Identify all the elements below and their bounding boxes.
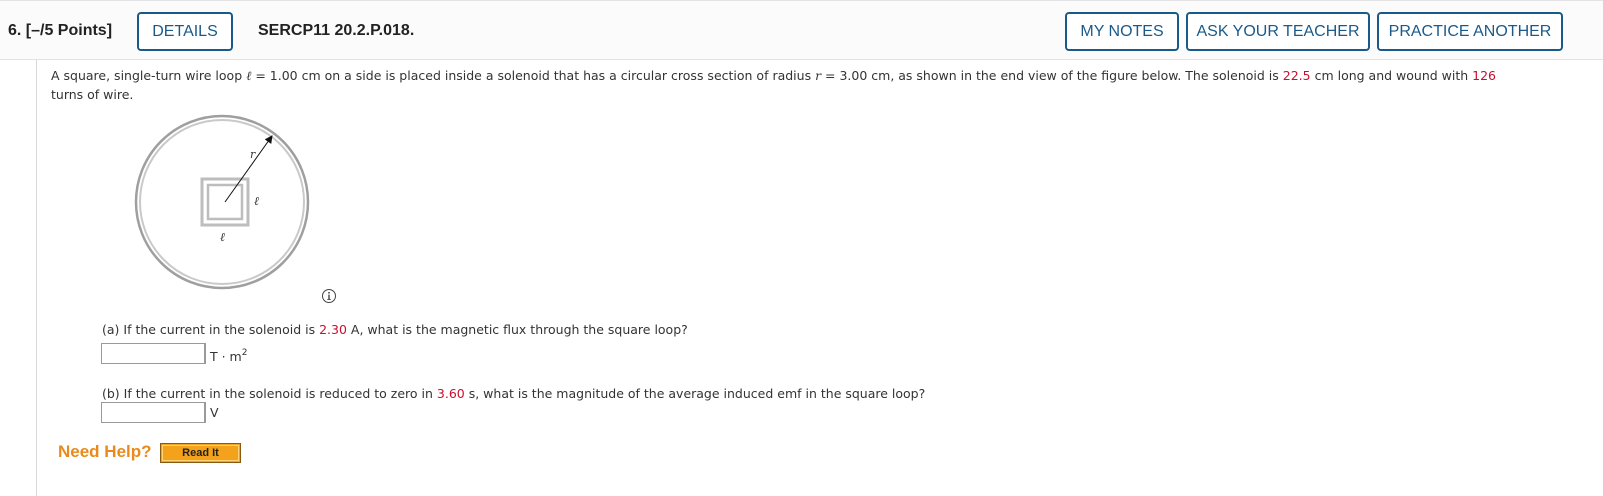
- solenoid-inner-ring: [139, 119, 305, 285]
- question-points-label: 6. [–/5 Points]: [8, 22, 113, 39]
- need-help-label: Need Help?: [58, 442, 152, 461]
- left-divider: [36, 60, 37, 496]
- problem-text: = 3.00 cm, as shown in the end view of t…: [821, 68, 1283, 83]
- question-text: A, what is the magnetic flux through the…: [346, 322, 688, 337]
- question-header: 6. [–/5 Points] DETAILS SERCP11 20.2.P.0…: [0, 0, 1603, 60]
- problem-statement: A square, single-turn wire loop ℓ = 1.00…: [51, 66, 1591, 104]
- solenoid-end-view-figure: r ℓ ℓ: [134, 114, 310, 290]
- question-text: (a) If the current in the solenoid is: [102, 322, 320, 337]
- part-b-answer-input[interactable]: [101, 402, 205, 423]
- turns-value: 126: [1472, 68, 1497, 83]
- part-b-unit: V: [205, 402, 219, 423]
- practice-another-button[interactable]: PRACTICE ANOTHER: [1377, 12, 1563, 51]
- ask-your-teacher-button[interactable]: ASK YOUR TEACHER: [1186, 12, 1370, 51]
- side-length-label: ℓ: [254, 194, 259, 208]
- my-notes-button[interactable]: MY NOTES: [1065, 12, 1179, 51]
- time-value: 3.60: [436, 386, 465, 401]
- part-b-question: (b) If the current in the solenoid is re…: [102, 386, 925, 401]
- solenoid-outer-ring: [134, 114, 310, 290]
- info-icon[interactable]: [321, 288, 337, 304]
- problem-text: = 1.00 cm on a side is placed inside a s…: [251, 68, 816, 83]
- part-a-question: (a) If the current in the solenoid is 2.…: [102, 322, 688, 337]
- read-it-button[interactable]: Read It: [160, 443, 241, 463]
- problem-text: A square, single-turn wire loop: [51, 68, 247, 83]
- problem-code: SERCP11 20.2.P.018.: [258, 22, 415, 39]
- current-value: 2.30: [319, 322, 347, 337]
- question-text: (b) If the current in the solenoid is re…: [102, 386, 437, 401]
- part-a-unit: T · m2: [205, 343, 247, 364]
- solenoid-length-value: 22.5: [1282, 68, 1311, 83]
- unit-exponent: 2: [241, 348, 248, 358]
- radius-label: r: [250, 148, 256, 161]
- bottom-length-label: ℓ: [220, 230, 225, 244]
- part-a-answer-input[interactable]: [101, 343, 205, 364]
- problem-text: cm long and wound with: [1310, 68, 1473, 83]
- details-button[interactable]: DETAILS: [137, 12, 233, 51]
- question-text: s, what is the magnitude of the average …: [464, 386, 926, 401]
- problem-text: turns of wire.: [51, 87, 134, 102]
- unit-text: T · m: [210, 349, 242, 364]
